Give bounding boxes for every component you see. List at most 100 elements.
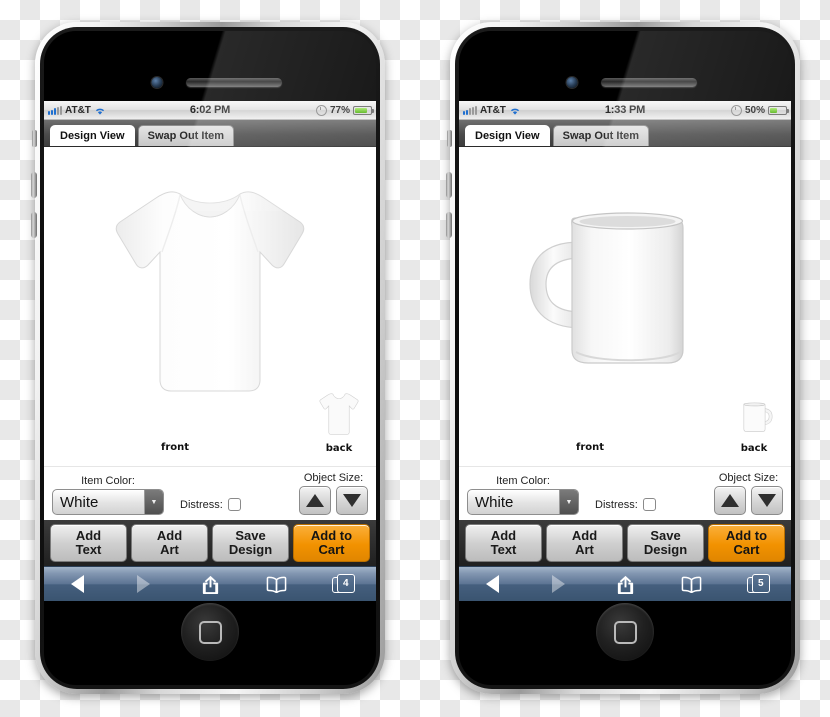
safari-bookmarks-button[interactable] bbox=[658, 576, 724, 593]
item-color-label: Item Color: bbox=[496, 475, 550, 487]
item-color-select[interactable]: White ▼ bbox=[467, 489, 579, 515]
add-to-cart-button[interactable]: Add to Cart bbox=[293, 524, 370, 562]
iphone-device-left: AT&T 6:02 PM 77% Design View Swap Out It… bbox=[31, 22, 385, 694]
back-arrow-icon bbox=[70, 575, 84, 593]
view-tab-bar: Design View Swap Out Item bbox=[459, 120, 791, 147]
status-bar: AT&T 6:02 PM 77% bbox=[44, 101, 376, 120]
volume-up-button[interactable] bbox=[446, 172, 452, 198]
safari-back-button[interactable] bbox=[459, 575, 525, 593]
front-view-label: front bbox=[575, 442, 605, 453]
save-design-button[interactable]: Save Design bbox=[627, 524, 704, 562]
distress-label: Distress: bbox=[595, 498, 638, 511]
safari-back-button[interactable] bbox=[44, 575, 110, 593]
tab-swap-out-item[interactable]: Swap Out Item bbox=[552, 124, 650, 146]
add-art-line2: Art bbox=[160, 542, 179, 557]
status-left: AT&T bbox=[48, 105, 155, 116]
iphone-device-right: AT&T 1:33 PM 50% Design View Swap Out It… bbox=[446, 22, 800, 694]
battery-icon bbox=[767, 105, 789, 115]
item-color-select[interactable]: White ▼ bbox=[52, 489, 164, 515]
clock-time: 1:33 PM bbox=[604, 104, 646, 116]
size-increase-button[interactable] bbox=[299, 486, 331, 515]
back-view-thumbnail[interactable] bbox=[314, 384, 364, 436]
add-text-button[interactable]: Add Text bbox=[465, 524, 542, 562]
home-button[interactable] bbox=[181, 603, 239, 661]
safari-pages-button[interactable]: 4 bbox=[310, 574, 376, 594]
add-art-button[interactable]: Add Art bbox=[546, 524, 623, 562]
safari-bookmarks-button[interactable] bbox=[243, 576, 309, 593]
save-design-line2: Design bbox=[228, 542, 273, 557]
phone-screen-right: AT&T 1:33 PM 50% Design View Swap Out It… bbox=[459, 101, 791, 601]
distress-checkbox[interactable] bbox=[642, 498, 656, 511]
tab-design-view[interactable]: Design View bbox=[50, 124, 135, 146]
item-color-control: Item Color: White ▼ bbox=[52, 475, 164, 515]
item-color-value: White bbox=[60, 493, 99, 511]
back-view-thumbnail[interactable] bbox=[729, 384, 779, 436]
size-increase-button[interactable] bbox=[714, 486, 746, 515]
status-right: 77% bbox=[265, 104, 374, 116]
share-icon bbox=[202, 575, 218, 594]
size-decrease-button[interactable] bbox=[336, 486, 368, 515]
save-design-line1: Save bbox=[650, 528, 681, 543]
pages-count-badge: 5 bbox=[751, 574, 770, 593]
wifi-icon bbox=[95, 108, 104, 115]
add-to-cart-line2: Cart bbox=[318, 542, 345, 557]
item-color-value: White bbox=[475, 493, 514, 511]
volume-down-button[interactable] bbox=[446, 212, 452, 238]
design-canvas-mug[interactable]: front back bbox=[459, 147, 791, 466]
safari-toolbar: 5 bbox=[459, 566, 791, 601]
status-bar: AT&T 1:33 PM 50% bbox=[459, 101, 791, 120]
carrier-label: AT&T bbox=[480, 104, 506, 116]
object-size-label: Object Size: bbox=[303, 472, 364, 484]
add-to-cart-line1: Add to bbox=[310, 528, 353, 543]
status-right: 50% bbox=[680, 104, 789, 116]
triangle-up-icon bbox=[306, 494, 324, 507]
add-text-button[interactable]: Add Text bbox=[50, 524, 127, 562]
save-design-line2: Design bbox=[643, 542, 688, 557]
add-text-line1: Add bbox=[490, 528, 517, 543]
add-text-line2: Text bbox=[490, 542, 517, 557]
object-size-buttons bbox=[714, 486, 783, 515]
add-art-button[interactable]: Add Art bbox=[131, 524, 208, 562]
tab-swap-out-item[interactable]: Swap Out Item bbox=[137, 124, 235, 146]
save-design-button[interactable]: Save Design bbox=[212, 524, 289, 562]
back-view-label: back bbox=[740, 443, 768, 454]
battery-percent-label: 50% bbox=[744, 104, 765, 116]
earpiece-speaker bbox=[601, 78, 697, 87]
safari-forward-button[interactable] bbox=[110, 575, 176, 593]
design-canvas-tshirt[interactable]: front back bbox=[44, 147, 376, 466]
battery-percent-label: 77% bbox=[329, 104, 350, 116]
chevron-down-icon: ▼ bbox=[144, 490, 163, 514]
home-square-icon bbox=[198, 620, 222, 644]
clock-time: 6:02 PM bbox=[189, 104, 231, 116]
add-to-cart-line1: Add to bbox=[725, 528, 768, 543]
distress-control[interactable]: Distress: bbox=[180, 498, 241, 511]
safari-forward-button[interactable] bbox=[525, 575, 591, 593]
design-controls-row: Item Color: White ▼ Distress: Object Siz… bbox=[459, 466, 791, 520]
battery-icon bbox=[352, 105, 374, 115]
earpiece-speaker bbox=[186, 78, 282, 87]
back-arrow-icon bbox=[485, 575, 499, 593]
silent-switch[interactable] bbox=[447, 130, 452, 147]
signal-strength-icon bbox=[48, 105, 62, 115]
screenshot-stage: AT&T 6:02 PM 77% Design View Swap Out It… bbox=[0, 0, 830, 717]
tab-design-view[interactable]: Design View bbox=[465, 124, 550, 146]
silent-switch[interactable] bbox=[32, 130, 37, 147]
home-square-icon bbox=[613, 620, 637, 644]
distress-checkbox[interactable] bbox=[227, 498, 241, 511]
add-to-cart-button[interactable]: Add to Cart bbox=[708, 524, 785, 562]
safari-pages-button[interactable]: 5 bbox=[725, 574, 791, 594]
volume-up-button[interactable] bbox=[31, 172, 37, 198]
size-decrease-button[interactable] bbox=[751, 486, 783, 515]
safari-share-button[interactable] bbox=[177, 574, 243, 595]
home-button[interactable] bbox=[596, 603, 654, 661]
triangle-up-icon bbox=[721, 494, 739, 507]
volume-down-button[interactable] bbox=[31, 212, 37, 238]
item-color-label: Item Color: bbox=[81, 475, 135, 487]
object-size-control: Object Size: bbox=[714, 472, 783, 515]
distress-control[interactable]: Distress: bbox=[595, 498, 656, 511]
front-view-label: front bbox=[160, 442, 190, 453]
safari-share-button[interactable] bbox=[592, 574, 658, 595]
front-camera-icon bbox=[151, 77, 163, 88]
triangle-down-icon bbox=[343, 494, 361, 507]
safari-toolbar: 4 bbox=[44, 566, 376, 601]
